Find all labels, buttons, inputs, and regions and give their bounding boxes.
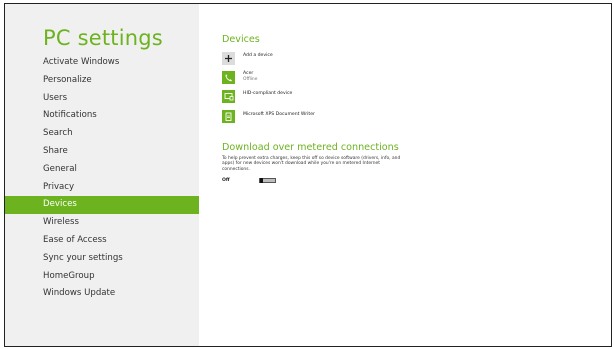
device-item-acer[interactable]: Acer Offline — [222, 71, 382, 87]
nav-item-privacy[interactable]: Privacy — [5, 179, 199, 197]
nav-item-general[interactable]: General — [5, 161, 199, 179]
toggle-thumb — [260, 178, 263, 183]
metered-download-toggle[interactable] — [259, 178, 276, 183]
settings-nav: Activate Windows Personalize Users Notif… — [5, 54, 199, 303]
nav-item-wireless[interactable]: Wireless — [5, 214, 199, 232]
nav-item-activate-windows[interactable]: Activate Windows — [5, 54, 199, 72]
metered-description: To help prevent extra charges, keep this… — [222, 156, 401, 172]
device-name: Microsoft XPS Document Writer — [243, 112, 315, 117]
printer-document-icon — [222, 110, 235, 123]
sidebar: PC settings Activate Windows Personalize… — [5, 4, 199, 346]
device-name: Acer — [243, 71, 254, 76]
nav-item-homegroup[interactable]: HomeGroup — [5, 268, 199, 286]
nav-item-search[interactable]: Search — [5, 125, 199, 143]
device-name: HID-compliant device — [243, 91, 293, 96]
nav-item-users[interactable]: Users — [5, 90, 199, 108]
nav-item-devices[interactable]: Devices — [5, 196, 199, 215]
nav-item-share[interactable]: Share — [5, 143, 199, 161]
device-status: Offline — [243, 77, 258, 82]
nav-item-personalize[interactable]: Personalize — [5, 72, 199, 90]
device-item-xps-writer[interactable]: Microsoft XPS Document Writer — [222, 110, 382, 126]
add-device-button[interactable]: Add a device — [222, 52, 342, 68]
plus-icon — [222, 52, 235, 65]
keyboard-device-icon — [222, 90, 235, 103]
app-title: PC settings — [43, 26, 163, 50]
devices-section-title: Devices — [222, 34, 260, 45]
nav-item-windows-update[interactable]: Windows Update — [5, 285, 199, 303]
add-device-label: Add a device — [243, 53, 273, 58]
nav-item-sync-your-settings[interactable]: Sync your settings — [5, 250, 199, 268]
device-item-hid-compliant[interactable]: HID-compliant device — [222, 90, 382, 106]
nav-item-notifications[interactable]: Notifications — [5, 107, 199, 125]
devices-pane: Devices Add a device Acer Offline HID-co… — [222, 0, 602, 349]
nav-item-ease-of-access[interactable]: Ease of Access — [5, 232, 199, 250]
metered-section-title: Download over metered connections — [222, 142, 399, 153]
toggle-state-label: Off — [222, 178, 230, 183]
phone-icon — [222, 71, 235, 84]
